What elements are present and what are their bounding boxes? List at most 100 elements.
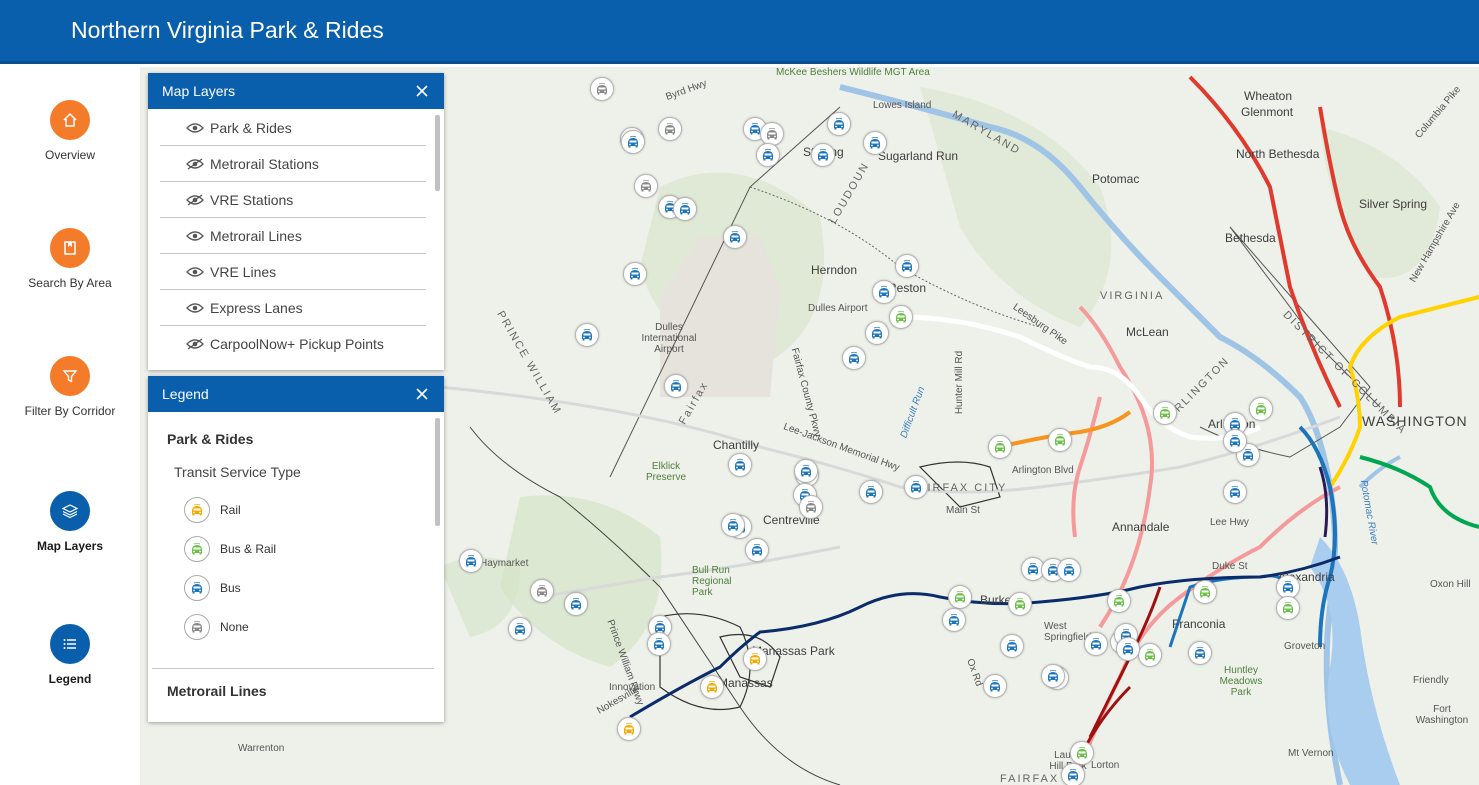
park-and-ride-marker[interactable] [1193, 580, 1217, 604]
park-and-ride-marker[interactable] [756, 143, 780, 167]
legend-item-label: Bus & Rail [220, 541, 277, 556]
app-header: Northern Virginia Park & Rides [0, 0, 1479, 64]
layer-item-vre-stations[interactable]: VRE Stations [160, 182, 426, 218]
park-and-ride-marker[interactable] [1153, 401, 1177, 425]
nav-map-layers[interactable]: Map Layers [0, 491, 140, 553]
park-and-ride-marker[interactable] [1057, 558, 1081, 582]
eye-icon[interactable] [186, 230, 204, 242]
layers-icon[interactable] [50, 491, 90, 531]
park-and-ride-marker[interactable] [811, 143, 835, 167]
nav-legend-label: Legend [48, 672, 92, 686]
app-title: Northern Virginia Park & Rides [71, 17, 384, 43]
park-and-ride-marker[interactable] [1008, 592, 1032, 616]
layer-item-metrorail-lines[interactable]: Metrorail Lines [160, 218, 426, 254]
legend-scrollbar[interactable] [435, 418, 440, 526]
park-and-ride-marker[interactable] [723, 225, 747, 249]
park-and-ride-marker[interactable] [948, 585, 972, 609]
park-and-ride-marker[interactable] [728, 453, 752, 477]
map-label: Oxon Hill [1430, 579, 1471, 590]
nav-map-layers-label: Map Layers [36, 539, 104, 553]
legend-item: Bus & Rail [148, 529, 444, 568]
park-and-ride-marker[interactable] [1223, 429, 1247, 453]
close-icon[interactable] [414, 386, 430, 402]
park-and-ride-marker[interactable] [1048, 428, 1072, 452]
park-and-ride-marker[interactable] [895, 254, 919, 278]
nav-search-by-area[interactable]: Search By Area [0, 228, 140, 290]
bookmark-icon[interactable] [50, 228, 90, 268]
map-label: Duke St [1212, 561, 1248, 572]
park-and-ride-marker[interactable] [983, 674, 1007, 698]
park-and-ride-marker[interactable] [799, 495, 823, 519]
park-and-ride-marker[interactable] [634, 174, 658, 198]
park-and-ride-marker[interactable] [1138, 643, 1162, 667]
park-and-ride-marker[interactable] [1223, 480, 1247, 504]
park-and-ride-marker[interactable] [1070, 741, 1094, 765]
park-and-ride-marker[interactable] [1249, 397, 1273, 421]
park-and-ride-marker[interactable] [842, 346, 866, 370]
layer-item-park-and-rides[interactable]: Park & Rides [160, 110, 426, 146]
park-and-ride-marker[interactable] [1061, 763, 1085, 785]
park-and-ride-marker[interactable] [1188, 641, 1212, 665]
list-icon[interactable] [50, 624, 90, 664]
park-and-ride-marker[interactable] [859, 480, 883, 504]
park-and-ride-marker[interactable] [617, 717, 641, 741]
park-and-ride-marker[interactable] [673, 197, 697, 221]
park-and-ride-marker[interactable] [827, 112, 851, 136]
eye-icon[interactable] [186, 266, 204, 278]
park-and-ride-marker[interactable] [621, 130, 645, 154]
home-icon[interactable] [50, 100, 90, 140]
park-and-ride-marker[interactable] [700, 675, 724, 699]
park-and-ride-marker[interactable] [590, 77, 614, 101]
park-and-ride-marker[interactable] [575, 323, 599, 347]
close-icon[interactable] [414, 83, 430, 99]
park-and-ride-marker[interactable] [664, 374, 688, 398]
park-and-ride-marker[interactable] [988, 435, 1012, 459]
park-and-ride-marker[interactable] [1000, 634, 1024, 658]
park-and-ride-marker[interactable] [889, 305, 913, 329]
layers-scrollbar[interactable] [435, 115, 440, 191]
park-and-ride-marker[interactable] [863, 131, 887, 155]
map-layers-title: Map Layers [162, 83, 236, 99]
park-and-ride-marker[interactable] [865, 321, 889, 345]
park-and-ride-marker[interactable] [1107, 589, 1131, 613]
park-and-ride-marker[interactable] [1084, 632, 1108, 656]
layer-item-metrorail-stations[interactable]: Metrorail Stations [160, 146, 426, 182]
eye-icon[interactable] [186, 302, 204, 314]
park-and-ride-marker[interactable] [459, 549, 483, 573]
map-label: VIRGINIA [1100, 290, 1165, 302]
park-and-ride-marker[interactable] [721, 513, 745, 537]
park-and-ride-marker[interactable] [794, 459, 818, 483]
eye-icon[interactable] [186, 122, 204, 134]
layer-item-vre-lines[interactable]: VRE Lines [160, 254, 426, 290]
eye-off-icon[interactable] [186, 338, 204, 350]
eye-off-icon[interactable] [186, 193, 204, 206]
map-label: Arlington Blvd [1012, 465, 1074, 476]
filter-icon[interactable] [50, 356, 90, 396]
layer-item-carpoolnow-pickup-points[interactable]: CarpoolNow+ Pickup Points [160, 326, 426, 362]
legend-next-section: Metrorail Lines [167, 683, 267, 699]
park-and-ride-marker[interactable] [564, 592, 588, 616]
park-and-ride-marker[interactable] [760, 122, 784, 146]
legend-section-title: Park & Rides [167, 431, 254, 447]
eye-off-icon[interactable] [186, 157, 204, 170]
map-label: Warrenton [238, 743, 285, 754]
layer-item-express-lanes[interactable]: Express Lanes [160, 290, 426, 326]
nav-filter-by-corridor[interactable]: Filter By Corridor [0, 356, 140, 418]
park-and-ride-marker[interactable] [745, 538, 769, 562]
park-and-ride-marker[interactable] [647, 632, 671, 656]
park-and-ride-marker[interactable] [1276, 596, 1300, 620]
park-and-ride-marker[interactable] [872, 280, 896, 304]
park-and-ride-marker[interactable] [508, 617, 532, 641]
layer-label: Park & Rides [210, 119, 292, 136]
park-and-ride-marker[interactable] [942, 608, 966, 632]
park-and-ride-marker[interactable] [1041, 664, 1065, 688]
park-and-ride-marker[interactable] [623, 262, 647, 286]
park-and-ride-marker[interactable] [1116, 637, 1140, 661]
park-and-ride-marker[interactable] [904, 475, 928, 499]
park-and-ride-marker[interactable] [658, 117, 682, 141]
nav-legend[interactable]: Legend [0, 624, 140, 686]
nav-overview[interactable]: Overview [0, 100, 140, 162]
park-and-ride-marker[interactable] [743, 647, 767, 671]
map-layers-header: Map Layers [148, 73, 444, 109]
park-and-ride-marker[interactable] [530, 579, 554, 603]
